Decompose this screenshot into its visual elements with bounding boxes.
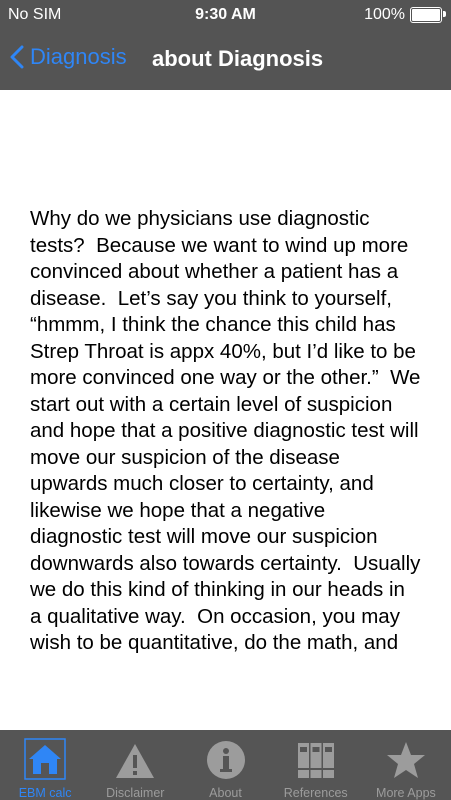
back-button-label: Diagnosis [30,44,127,69]
tab-label: About [209,786,242,800]
tab-label: More Apps [376,786,436,800]
back-button[interactable]: Diagnosis [10,44,127,70]
content-scroll-area[interactable]: Why do we physicians use diagnostic test… [0,90,451,730]
navigation-bar: Diagnosis about Diagnosis [0,30,451,90]
tab-more-apps[interactable]: More Apps [361,730,451,800]
tab-disclaimer[interactable]: Disclaimer [90,730,180,800]
chevron-left-icon [10,45,24,69]
tab-about[interactable]: About [180,730,270,800]
tab-ebm-calc[interactable]: EBM calc [0,730,90,800]
battery-icon [410,7,446,23]
tab-label: EBM calc [18,786,72,800]
warning-icon [116,744,155,778]
article-text: Why do we physicians use diagnostic test… [30,207,427,654]
info-icon [206,741,245,779]
tab-bar: EBM calc Disclaimer About References Mor… [0,730,451,800]
top-bar: No SIM 9:30 AM 100% Diagnosis about Diag… [0,0,451,90]
tab-label: Disclaimer [106,786,165,800]
battery-indicator: 100% [364,6,446,24]
tab-references[interactable]: References [271,730,361,800]
tab-label: References [283,786,348,800]
status-bar: No SIM 9:30 AM 100% [0,0,451,30]
star-icon [386,742,425,778]
house-icon [24,738,66,780]
binders-icon [297,743,334,778]
battery-percent: 100% [364,6,405,23]
page-title: about Diagnosis [152,46,324,71]
